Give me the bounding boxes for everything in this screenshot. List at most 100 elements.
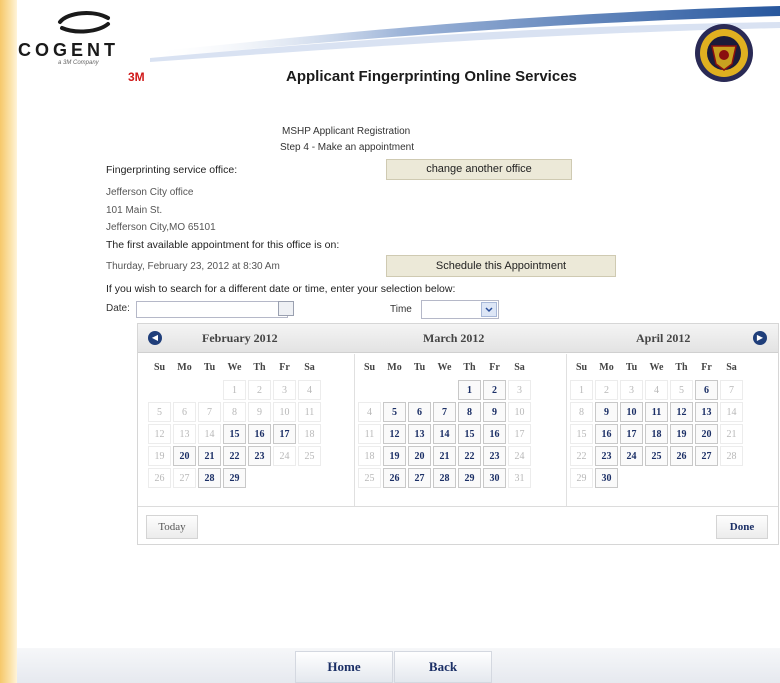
- day-cell[interactable]: 24: [620, 446, 643, 466]
- day-cell[interactable]: 21: [433, 446, 456, 466]
- day-cell: 25: [358, 468, 381, 488]
- home-button[interactable]: Home: [295, 651, 393, 683]
- day-cell[interactable]: 10: [620, 402, 643, 422]
- day-cell: 11: [358, 424, 381, 444]
- day-cell[interactable]: 28: [198, 468, 221, 488]
- day-cell: 14: [720, 402, 743, 422]
- done-button[interactable]: Done: [716, 515, 768, 539]
- day-cell[interactable]: 27: [408, 468, 431, 488]
- day-cell[interactable]: 9: [483, 402, 506, 422]
- weekday-label: Sa: [514, 361, 525, 373]
- time-select[interactable]: [421, 300, 499, 319]
- day-cell[interactable]: 29: [458, 468, 481, 488]
- day-cell[interactable]: 5: [383, 402, 406, 422]
- day-cell[interactable]: 11: [645, 402, 668, 422]
- change-office-button[interactable]: change another office: [386, 159, 572, 180]
- day-cell[interactable]: 30: [483, 468, 506, 488]
- day-cell[interactable]: 19: [383, 446, 406, 466]
- day-cell[interactable]: 20: [173, 446, 196, 466]
- cogent-logo: COGENT a 3M Company 3M: [10, 6, 160, 84]
- day-cell: 4: [645, 380, 668, 400]
- empty-day-cell: [248, 468, 271, 488]
- day-cell[interactable]: 14: [433, 424, 456, 444]
- day-cell: 3: [508, 380, 531, 400]
- day-cell[interactable]: 16: [483, 424, 506, 444]
- day-cell[interactable]: 27: [695, 446, 718, 466]
- weekday-label: Th: [463, 361, 476, 373]
- day-cell[interactable]: 1: [458, 380, 481, 400]
- calendar-icon[interactable]: [278, 301, 294, 316]
- day-cell: 2: [248, 380, 271, 400]
- weekday-label: Fr: [279, 361, 290, 373]
- day-cell: 19: [148, 446, 171, 466]
- schedule-appointment-button[interactable]: Schedule this Appointment: [386, 255, 616, 277]
- next-month-icon[interactable]: ▶: [753, 331, 767, 345]
- day-cell[interactable]: 16: [595, 424, 618, 444]
- day-cell[interactable]: 13: [408, 424, 431, 444]
- weekday-label: Su: [363, 361, 376, 373]
- day-cell: 28: [720, 446, 743, 466]
- day-cell[interactable]: 25: [645, 446, 668, 466]
- empty-day-cell: [645, 468, 668, 488]
- day-cell[interactable]: 17: [273, 424, 296, 444]
- day-cell[interactable]: 12: [670, 402, 693, 422]
- weekday-label: Tu: [413, 361, 426, 373]
- day-cell[interactable]: 13: [695, 402, 718, 422]
- back-button[interactable]: Back: [394, 651, 492, 683]
- day-cell: 11: [298, 402, 321, 422]
- day-cell[interactable]: 20: [695, 424, 718, 444]
- office-street: 101 Main St.: [106, 205, 163, 216]
- day-cell[interactable]: 9: [595, 402, 618, 422]
- day-cell: 12: [148, 424, 171, 444]
- day-cell: 29: [570, 468, 593, 488]
- chevron-down-icon[interactable]: [481, 302, 497, 317]
- day-cell: 13: [173, 424, 196, 444]
- month-title-1: February 2012: [202, 331, 278, 345]
- day-cell[interactable]: 6: [695, 380, 718, 400]
- day-cell[interactable]: 15: [223, 424, 246, 444]
- day-cell[interactable]: 7: [433, 402, 456, 422]
- day-cell: 26: [148, 468, 171, 488]
- day-cell: 10: [273, 402, 296, 422]
- weekday-label: Mo: [387, 361, 402, 373]
- day-cell[interactable]: 20: [408, 446, 431, 466]
- empty-day-cell: [298, 468, 321, 488]
- prev-month-icon[interactable]: ◀: [148, 331, 162, 345]
- week-row: 26 27 28 29: [148, 468, 321, 488]
- day-cell[interactable]: 8: [458, 402, 481, 422]
- day-cell[interactable]: 12: [383, 424, 406, 444]
- weekday-label: Mo: [599, 361, 614, 373]
- day-cell[interactable]: 26: [383, 468, 406, 488]
- day-cell: 17: [508, 424, 531, 444]
- day-cell[interactable]: 22: [223, 446, 246, 466]
- day-cell[interactable]: 29: [223, 468, 246, 488]
- first-appointment-label: The first available appointment for this…: [106, 239, 340, 251]
- day-cell[interactable]: 23: [483, 446, 506, 466]
- day-cell[interactable]: 22: [458, 446, 481, 466]
- day-cell: 8: [223, 402, 246, 422]
- day-cell[interactable]: 30: [595, 468, 618, 488]
- app-title: Applicant Fingerprinting Online Services: [286, 68, 577, 85]
- day-cell[interactable]: 17: [620, 424, 643, 444]
- day-cell[interactable]: 19: [670, 424, 693, 444]
- day-cell[interactable]: 26: [670, 446, 693, 466]
- day-cell[interactable]: 6: [408, 402, 431, 422]
- weekday-label: We: [649, 361, 664, 373]
- day-cell[interactable]: 15: [458, 424, 481, 444]
- day-cell: 31: [508, 468, 531, 488]
- week-row: 18 19 20 21 22 23 24: [358, 446, 531, 466]
- day-cell[interactable]: 16: [248, 424, 271, 444]
- day-cell[interactable]: 23: [248, 446, 271, 466]
- day-cell[interactable]: 2: [483, 380, 506, 400]
- empty-day-cell: [670, 468, 693, 488]
- week-row: 11 12 13 14 15 16 17: [358, 424, 531, 444]
- day-cell[interactable]: 28: [433, 468, 456, 488]
- day-cell[interactable]: 18: [645, 424, 668, 444]
- day-cell: 18: [298, 424, 321, 444]
- today-button[interactable]: Today: [146, 515, 198, 539]
- day-cell[interactable]: 23: [595, 446, 618, 466]
- day-cell: 10: [508, 402, 531, 422]
- date-input[interactable]: [136, 301, 288, 318]
- weekday-label: Th: [253, 361, 266, 373]
- day-cell[interactable]: 21: [198, 446, 221, 466]
